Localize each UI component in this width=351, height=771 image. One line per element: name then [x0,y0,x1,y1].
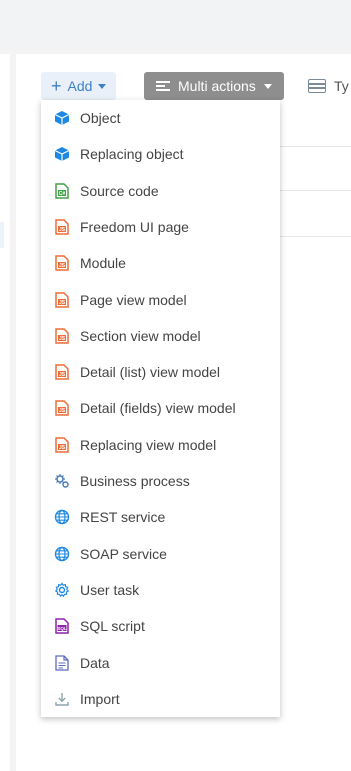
menu-item[interactable]: JS Detail (fields) view model [41,391,280,425]
svg-text:SQL: SQL [57,626,67,631]
menu-item[interactable]: SQL SQL script [41,609,280,643]
chevron-down-icon [98,83,107,89]
menu-item-label: Source code [80,182,159,199]
menu-item[interactable]: User task [41,573,280,607]
gear-icon [53,581,71,599]
svg-text:JS: JS [59,263,66,269]
menu-item[interactable]: JS Freedom UI page [41,210,280,244]
sql-file-icon: SQL [53,617,71,635]
left-panel [0,54,10,771]
js-file-icon: JS [53,254,71,272]
svg-text:JS: JS [59,227,66,233]
chevron-down-icon [263,83,272,89]
add-button[interactable]: + Add [41,72,117,100]
plus-icon: + [51,76,62,96]
process-icon [53,472,71,490]
menu-item-label: SQL script [80,618,145,635]
menu-item[interactable]: Replacing object [41,137,280,171]
menu-lines-icon [156,81,170,91]
top-band [0,0,351,50]
svg-text:JS: JS [59,300,66,306]
menu-item-label: SOAP service [80,545,167,562]
type-button-label: Ty [334,78,349,94]
menu-item-label: User task [80,581,140,598]
menu-item[interactable]: Business process [41,464,280,498]
grid-row-divider [280,190,351,191]
svg-text:JS: JS [59,445,66,451]
js-file-icon: JS [53,327,71,345]
menu-item-label: Page view model [80,291,187,308]
menu-item-label: Detail (fields) view model [80,400,236,417]
menu-item-label: Object [80,110,121,126]
menu-item-label: Module [80,255,126,272]
cube-icon [53,145,71,163]
menu-item[interactable]: Object [41,101,280,135]
menu-item-label: Section view model [80,327,201,344]
menu-item-label: Freedom UI page [80,218,189,235]
globe-icon [53,508,71,526]
js-file-icon: JS [53,291,71,309]
svg-text:JS: JS [59,372,66,378]
js-file-icon: JS [53,399,71,417]
js-file-icon: JS [53,363,71,381]
multi-actions-label: Multi actions [178,78,256,94]
selected-tree-item-marker [0,222,4,248]
cube-icon [53,109,71,127]
menu-item-label: REST service [80,509,166,526]
menu-item-label: Data [80,654,110,671]
import-icon [53,690,71,708]
menu-item[interactable]: Import [41,682,280,716]
menu-item[interactable]: JS Section view model [41,319,280,353]
menu-item[interactable]: JS Module [41,246,280,280]
grid-row-divider [280,236,351,237]
document-icon [53,654,71,672]
menu-item-label: Replacing object [80,146,184,163]
menu-item[interactable]: SOAP service [41,537,280,571]
menu-item[interactable]: C# Source code [41,174,280,208]
add-button-label: Add [67,78,93,94]
grid-row-divider [280,146,351,147]
svg-text:JS: JS [59,408,66,414]
menu-item-label: Business process [80,473,190,489]
menu-item-label: Import [80,690,120,707]
menu-item[interactable]: Data [41,646,280,680]
cs-file-icon: C# [53,182,71,200]
js-file-icon: JS [53,436,71,454]
globe-icon [53,545,71,563]
svg-text:C#: C# [59,191,66,197]
add-dropdown-menu: Object Replacing object C# Source code JS Fre… [41,100,280,717]
type-button[interactable]: Ty [308,72,349,100]
menu-item-label: Detail (list) view model [80,364,221,381]
menu-item[interactable]: REST service [41,500,280,534]
js-file-icon: JS [53,218,71,236]
list-icon [308,79,326,93]
menu-item[interactable]: JS Detail (list) view model [41,355,280,389]
multi-actions-button[interactable]: Multi actions [144,72,284,100]
menu-item-label: Replacing view model [80,436,217,453]
menu-item[interactable]: JS Replacing view model [41,428,280,462]
menu-item[interactable]: JS Page view model [41,283,280,317]
svg-text:JS: JS [59,336,66,342]
